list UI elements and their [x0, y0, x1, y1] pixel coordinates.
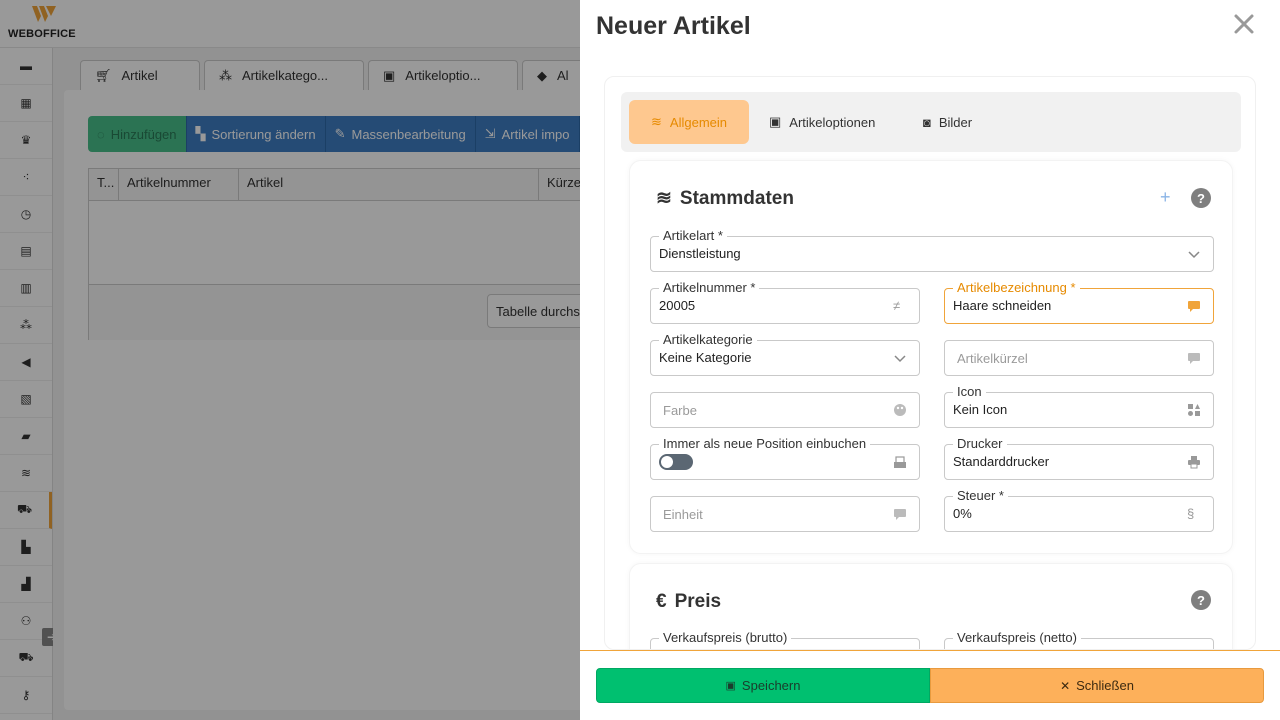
field-label: Artikelkategorie [659, 332, 757, 348]
close-icon: ✕ [1060, 678, 1071, 693]
stammdaten-card: ≋ Stammdaten + ? Artikelart * Dienstleis… [629, 160, 1233, 554]
palette-icon [894, 404, 906, 416]
verkaufspreis-netto-input[interactable]: Verkaufspreis (netto) [944, 630, 1214, 649]
tab-bilder[interactable]: ◙ Bilder [901, 100, 994, 144]
field-label: Verkaufspreis (netto) [953, 630, 1081, 646]
database-icon: ≋ [656, 188, 672, 209]
field-label: Drucker [953, 436, 1007, 452]
tab-allgemein[interactable]: ≋ Allgemein [629, 100, 749, 144]
image-icon: ▣ [769, 114, 782, 129]
preis-card: € Preis ? Verkaufspreis (brutto) Verkauf… [629, 563, 1233, 649]
field-label: Verkaufspreis (brutto) [659, 630, 792, 646]
field-label: Icon [953, 384, 986, 400]
field-label: Artikelbezeichnung * [953, 280, 1080, 296]
drucker-select[interactable]: Drucker Standarddrucker [944, 436, 1214, 480]
field-placeholder: Farbe [663, 403, 697, 418]
preis-title: € Preis [656, 591, 722, 612]
einheit-input[interactable]: Einheit [650, 496, 920, 532]
field-value: Keine Kategorie [659, 350, 752, 365]
field-placeholder: Artikelkürzel [957, 351, 1028, 366]
field-value: 20005 [659, 298, 696, 313]
field-placeholder: Einheit [663, 507, 703, 522]
tab-artikeloptionen[interactable]: ▣ Artikeloptionen [747, 100, 897, 144]
help-icon[interactable]: ? [1191, 188, 1211, 208]
drawer-tab-bar: ≋ Allgemein ▣ Artikeloptionen ◙ Bilder [621, 92, 1241, 152]
artikelkuerzel-input[interactable]: Artikelkürzel [944, 340, 1214, 376]
close-button[interactable]: ✕ Schließen [930, 668, 1264, 703]
field-value: Haare schneiden [953, 298, 1052, 313]
artikelnummer-input[interactable]: Artikelnummer * 20005 ≠ [650, 280, 920, 324]
field-value: Kein Icon [953, 402, 1008, 417]
field-value: Standarddrucker [953, 454, 1050, 469]
save-button[interactable]: ▣ Speichern [596, 668, 930, 703]
drawer-title: Neuer Artikel [596, 12, 751, 40]
field-label: Immer als neue Position einbuchen [659, 436, 871, 452]
farbe-input[interactable]: Farbe [650, 392, 920, 428]
icon-select[interactable]: Icon Kein Icon [944, 384, 1214, 428]
inbox-icon [894, 456, 906, 468]
footer-divider [580, 650, 1280, 651]
database-icon: ≋ [651, 114, 662, 129]
euro-icon: € [656, 591, 667, 612]
chevron-down-icon [1188, 251, 1200, 259]
hash-icon: ≠ [893, 298, 901, 313]
add-icon[interactable]: + [1160, 187, 1171, 208]
field-label: Steuer * [953, 488, 1008, 504]
drawer-body[interactable]: ≋ Allgemein ▣ Artikeloptionen ◙ Bilder ≋… [604, 76, 1256, 650]
verkaufspreis-brutto-input[interactable]: Verkaufspreis (brutto) [650, 630, 920, 649]
save-icon: ▣ [725, 680, 736, 692]
printer-icon [1188, 456, 1200, 469]
camera-icon: ◙ [923, 114, 931, 130]
stammdaten-title: ≋ Stammdaten [656, 187, 794, 210]
comment-icon [1188, 301, 1200, 312]
immer-neue-position-toggle-field: Immer als neue Position einbuchen [650, 436, 920, 480]
icons-icon [1188, 404, 1200, 416]
paragraph-icon: § [1187, 506, 1195, 521]
field-label: Artikelart * [659, 228, 727, 244]
comment-icon [1188, 353, 1200, 364]
chevron-down-icon [894, 355, 906, 363]
immer-neue-position-toggle[interactable] [659, 454, 693, 470]
steuer-select[interactable]: Steuer * 0% § [944, 488, 1214, 532]
artikelkategorie-select[interactable]: Artikelkategorie Keine Kategorie [650, 332, 920, 376]
field-value: 0% [953, 506, 972, 521]
field-label: Artikelnummer * [659, 280, 760, 296]
field-value: Dienstleistung [659, 246, 741, 261]
close-icon[interactable] [1230, 10, 1258, 38]
help-icon[interactable]: ? [1191, 590, 1211, 610]
comment-icon [894, 509, 906, 520]
new-article-drawer: Neuer Artikel ≋ Allgemein ▣ Artikeloptio… [580, 0, 1280, 720]
artikelart-select[interactable]: Artikelart * Dienstleistung [650, 228, 1214, 272]
artikelbezeichnung-input[interactable]: Artikelbezeichnung * Haare schneiden [944, 280, 1214, 324]
